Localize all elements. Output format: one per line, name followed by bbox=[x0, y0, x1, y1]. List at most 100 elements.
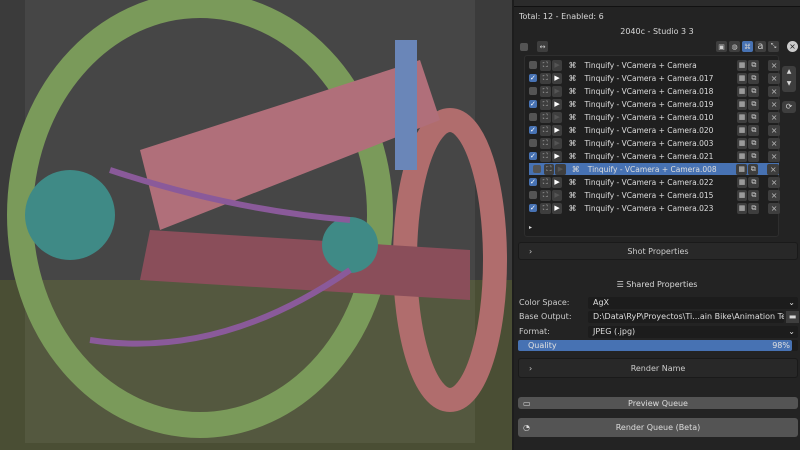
render-settings-icon[interactable]: ▦ bbox=[736, 150, 748, 162]
view-camera-icon[interactable]: ⛶ bbox=[539, 176, 551, 188]
camera-row[interactable]: ✓ ⛶ ▶ ⌘ Tinquify - VCamera + Camera.022 … bbox=[525, 176, 781, 188]
shot-properties-header[interactable]: › Shot Properties bbox=[518, 242, 798, 260]
play-icon[interactable]: ▶ bbox=[551, 59, 563, 71]
view-camera-icon[interactable]: ⛶ bbox=[539, 111, 551, 123]
world-filter-icon[interactable]: ◍ bbox=[729, 41, 740, 52]
refresh-icon[interactable]: ⟳ bbox=[782, 101, 796, 113]
sort-filter-icon[interactable]: ⤡ bbox=[768, 41, 779, 52]
camera-row[interactable]: ⛶ ▶ ⌘ Tinquify - VCamera + Camera.008 ▦ … bbox=[529, 163, 779, 175]
camera-row[interactable]: ⛶ ▶ ⌘ Tinquify - VCamera + Camera.015 ▦ … bbox=[525, 189, 781, 201]
camera-row[interactable]: ⛶ ▶ ⌘ Tinquify - VCamera + Camera.003 ▦ … bbox=[525, 137, 781, 149]
play-icon[interactable]: ▶ bbox=[551, 98, 563, 110]
enable-checkbox[interactable]: ✓ bbox=[529, 152, 537, 160]
play-icon[interactable]: ▶ bbox=[551, 111, 563, 123]
play-icon[interactable]: ▶ bbox=[551, 189, 563, 201]
play-icon[interactable]: ▶ bbox=[551, 137, 563, 149]
camera-row[interactable]: ✓ ⛶ ▶ ⌘ Tinquify - VCamera + Camera.021 … bbox=[525, 150, 781, 162]
camera-row[interactable]: ⛶ ▶ ⌘ Tinquify - VCamera + Camera.010 ▦ … bbox=[525, 111, 781, 123]
view-camera-icon[interactable]: ⛶ bbox=[539, 137, 551, 149]
duplicate-icon[interactable]: ⧉ bbox=[748, 124, 760, 136]
remove-icon[interactable]: × bbox=[768, 72, 781, 84]
camera-row[interactable]: ⛶ ▶ ⌘ Tinquify - VCamera + Camera.018 ▦ … bbox=[525, 85, 781, 97]
enable-checkbox[interactable] bbox=[529, 61, 537, 69]
quality-slider[interactable]: Quality 98% bbox=[518, 340, 798, 351]
duplicate-icon[interactable]: ⧉ bbox=[747, 163, 759, 175]
enable-checkbox[interactable] bbox=[529, 191, 537, 199]
render-name-header[interactable]: › Render Name bbox=[518, 358, 798, 378]
camera-row[interactable]: ⛶ ▶ ⌘ Tinquify - VCamera + Camera ▦ ⧉ × bbox=[525, 59, 781, 71]
remove-icon[interactable]: × bbox=[768, 150, 781, 162]
duplicate-icon[interactable]: ⧉ bbox=[748, 98, 760, 110]
enable-checkbox[interactable]: ✓ bbox=[529, 126, 537, 134]
image-filter-icon[interactable]: ▣ bbox=[716, 41, 727, 52]
remove-icon[interactable]: × bbox=[768, 137, 781, 149]
duplicate-icon[interactable]: ⧉ bbox=[748, 137, 760, 149]
remove-icon[interactable]: × bbox=[768, 189, 781, 201]
render-settings-icon[interactable]: ▦ bbox=[736, 189, 748, 201]
duplicate-icon[interactable]: ⧉ bbox=[748, 150, 760, 162]
play-icon[interactable]: ▶ bbox=[551, 85, 563, 97]
play-icon[interactable]: ▶ bbox=[551, 176, 563, 188]
expand-icon[interactable]: ▸ bbox=[529, 224, 532, 231]
enable-checkbox[interactable] bbox=[529, 113, 537, 121]
view-camera-icon[interactable]: ⛶ bbox=[539, 72, 551, 84]
color-space-dropdown[interactable]: AgX ⌄ bbox=[588, 297, 798, 309]
remove-icon[interactable]: × bbox=[768, 202, 781, 214]
enable-checkbox[interactable] bbox=[529, 139, 537, 147]
view-camera-icon[interactable]: ⛶ bbox=[539, 150, 551, 162]
move-buttons[interactable]: ▲ ▼ bbox=[782, 66, 796, 92]
render-settings-icon[interactable]: ▦ bbox=[736, 124, 748, 136]
text-filter-icon[interactable]: a bbox=[755, 41, 766, 52]
view-camera-icon[interactable]: ⛶ bbox=[543, 163, 555, 175]
view-camera-icon[interactable]: ⛶ bbox=[539, 98, 551, 110]
play-icon[interactable]: ▶ bbox=[551, 150, 563, 162]
camera-row[interactable]: ✓ ⛶ ▶ ⌘ Tinquify - VCamera + Camera.023 … bbox=[525, 202, 781, 214]
remove-icon[interactable]: × bbox=[768, 111, 781, 123]
3d-viewport[interactable] bbox=[0, 0, 512, 450]
render-settings-icon[interactable]: ▦ bbox=[736, 111, 748, 123]
camera-row[interactable]: ✓ ⛶ ▶ ⌘ Tinquify - VCamera + Camera.017 … bbox=[525, 72, 781, 84]
remove-icon[interactable]: × bbox=[768, 59, 781, 71]
play-icon[interactable]: ▶ bbox=[551, 202, 563, 214]
enable-checkbox[interactable]: ✓ bbox=[529, 178, 537, 186]
base-output-field[interactable]: D:\Data\RyP\Proyectos\Ti...ain Bike\Anim… bbox=[588, 311, 784, 323]
duplicate-icon[interactable]: ⧉ bbox=[748, 111, 760, 123]
render-settings-icon[interactable]: ▦ bbox=[736, 72, 748, 84]
play-icon[interactable]: ▶ bbox=[555, 163, 566, 175]
enable-checkbox[interactable]: ✓ bbox=[529, 74, 537, 82]
duplicate-icon[interactable]: ⧉ bbox=[748, 59, 760, 71]
folder-icon[interactable]: ▬ bbox=[786, 311, 799, 323]
duplicate-icon[interactable]: ⧉ bbox=[748, 85, 760, 97]
camera-filter-icon[interactable]: ⌘ bbox=[742, 41, 753, 52]
view-camera-icon[interactable]: ⛶ bbox=[539, 59, 551, 71]
enable-checkbox[interactable]: ✓ bbox=[529, 204, 537, 212]
remove-icon[interactable]: × bbox=[767, 163, 779, 175]
camera-row[interactable]: ✓ ⛶ ▶ ⌘ Tinquify - VCamera + Camera.019 … bbox=[525, 98, 781, 110]
play-icon[interactable]: ▶ bbox=[551, 72, 563, 84]
render-settings-icon[interactable]: ▦ bbox=[736, 137, 748, 149]
render-queue-button[interactable]: ◔ Render Queue (Beta) bbox=[518, 418, 798, 437]
render-settings-icon[interactable]: ▦ bbox=[736, 59, 748, 71]
remove-icon[interactable]: × bbox=[768, 124, 781, 136]
render-settings-icon[interactable]: ▦ bbox=[736, 85, 748, 97]
enable-checkbox[interactable] bbox=[533, 165, 541, 173]
camera-row[interactable]: ✓ ⛶ ▶ ⌘ Tinquify - VCamera + Camera.020 … bbox=[525, 124, 781, 136]
play-icon[interactable]: ▶ bbox=[551, 124, 563, 136]
duplicate-icon[interactable]: ⧉ bbox=[748, 189, 760, 201]
preview-queue-button[interactable]: ▭ Preview Queue bbox=[518, 397, 798, 409]
render-settings-icon[interactable]: ▦ bbox=[736, 176, 748, 188]
format-dropdown[interactable]: JPEG (.jpg) ⌄ bbox=[588, 326, 798, 338]
duplicate-icon[interactable]: ⧉ bbox=[748, 202, 760, 214]
duplicate-icon[interactable]: ⧉ bbox=[748, 72, 760, 84]
enable-checkbox[interactable]: ✓ bbox=[529, 100, 537, 108]
remove-icon[interactable]: × bbox=[768, 85, 781, 97]
render-settings-icon[interactable]: ▦ bbox=[736, 163, 747, 175]
swap-icon[interactable]: ↔ bbox=[537, 41, 548, 52]
remove-icon[interactable]: × bbox=[768, 176, 781, 188]
clear-icon[interactable]: × bbox=[787, 41, 798, 52]
view-camera-icon[interactable]: ⛶ bbox=[539, 202, 551, 214]
remove-icon[interactable]: × bbox=[768, 98, 781, 110]
select-all-checkbox[interactable] bbox=[520, 43, 528, 51]
render-settings-icon[interactable]: ▦ bbox=[736, 202, 748, 214]
render-settings-icon[interactable]: ▦ bbox=[736, 98, 748, 110]
